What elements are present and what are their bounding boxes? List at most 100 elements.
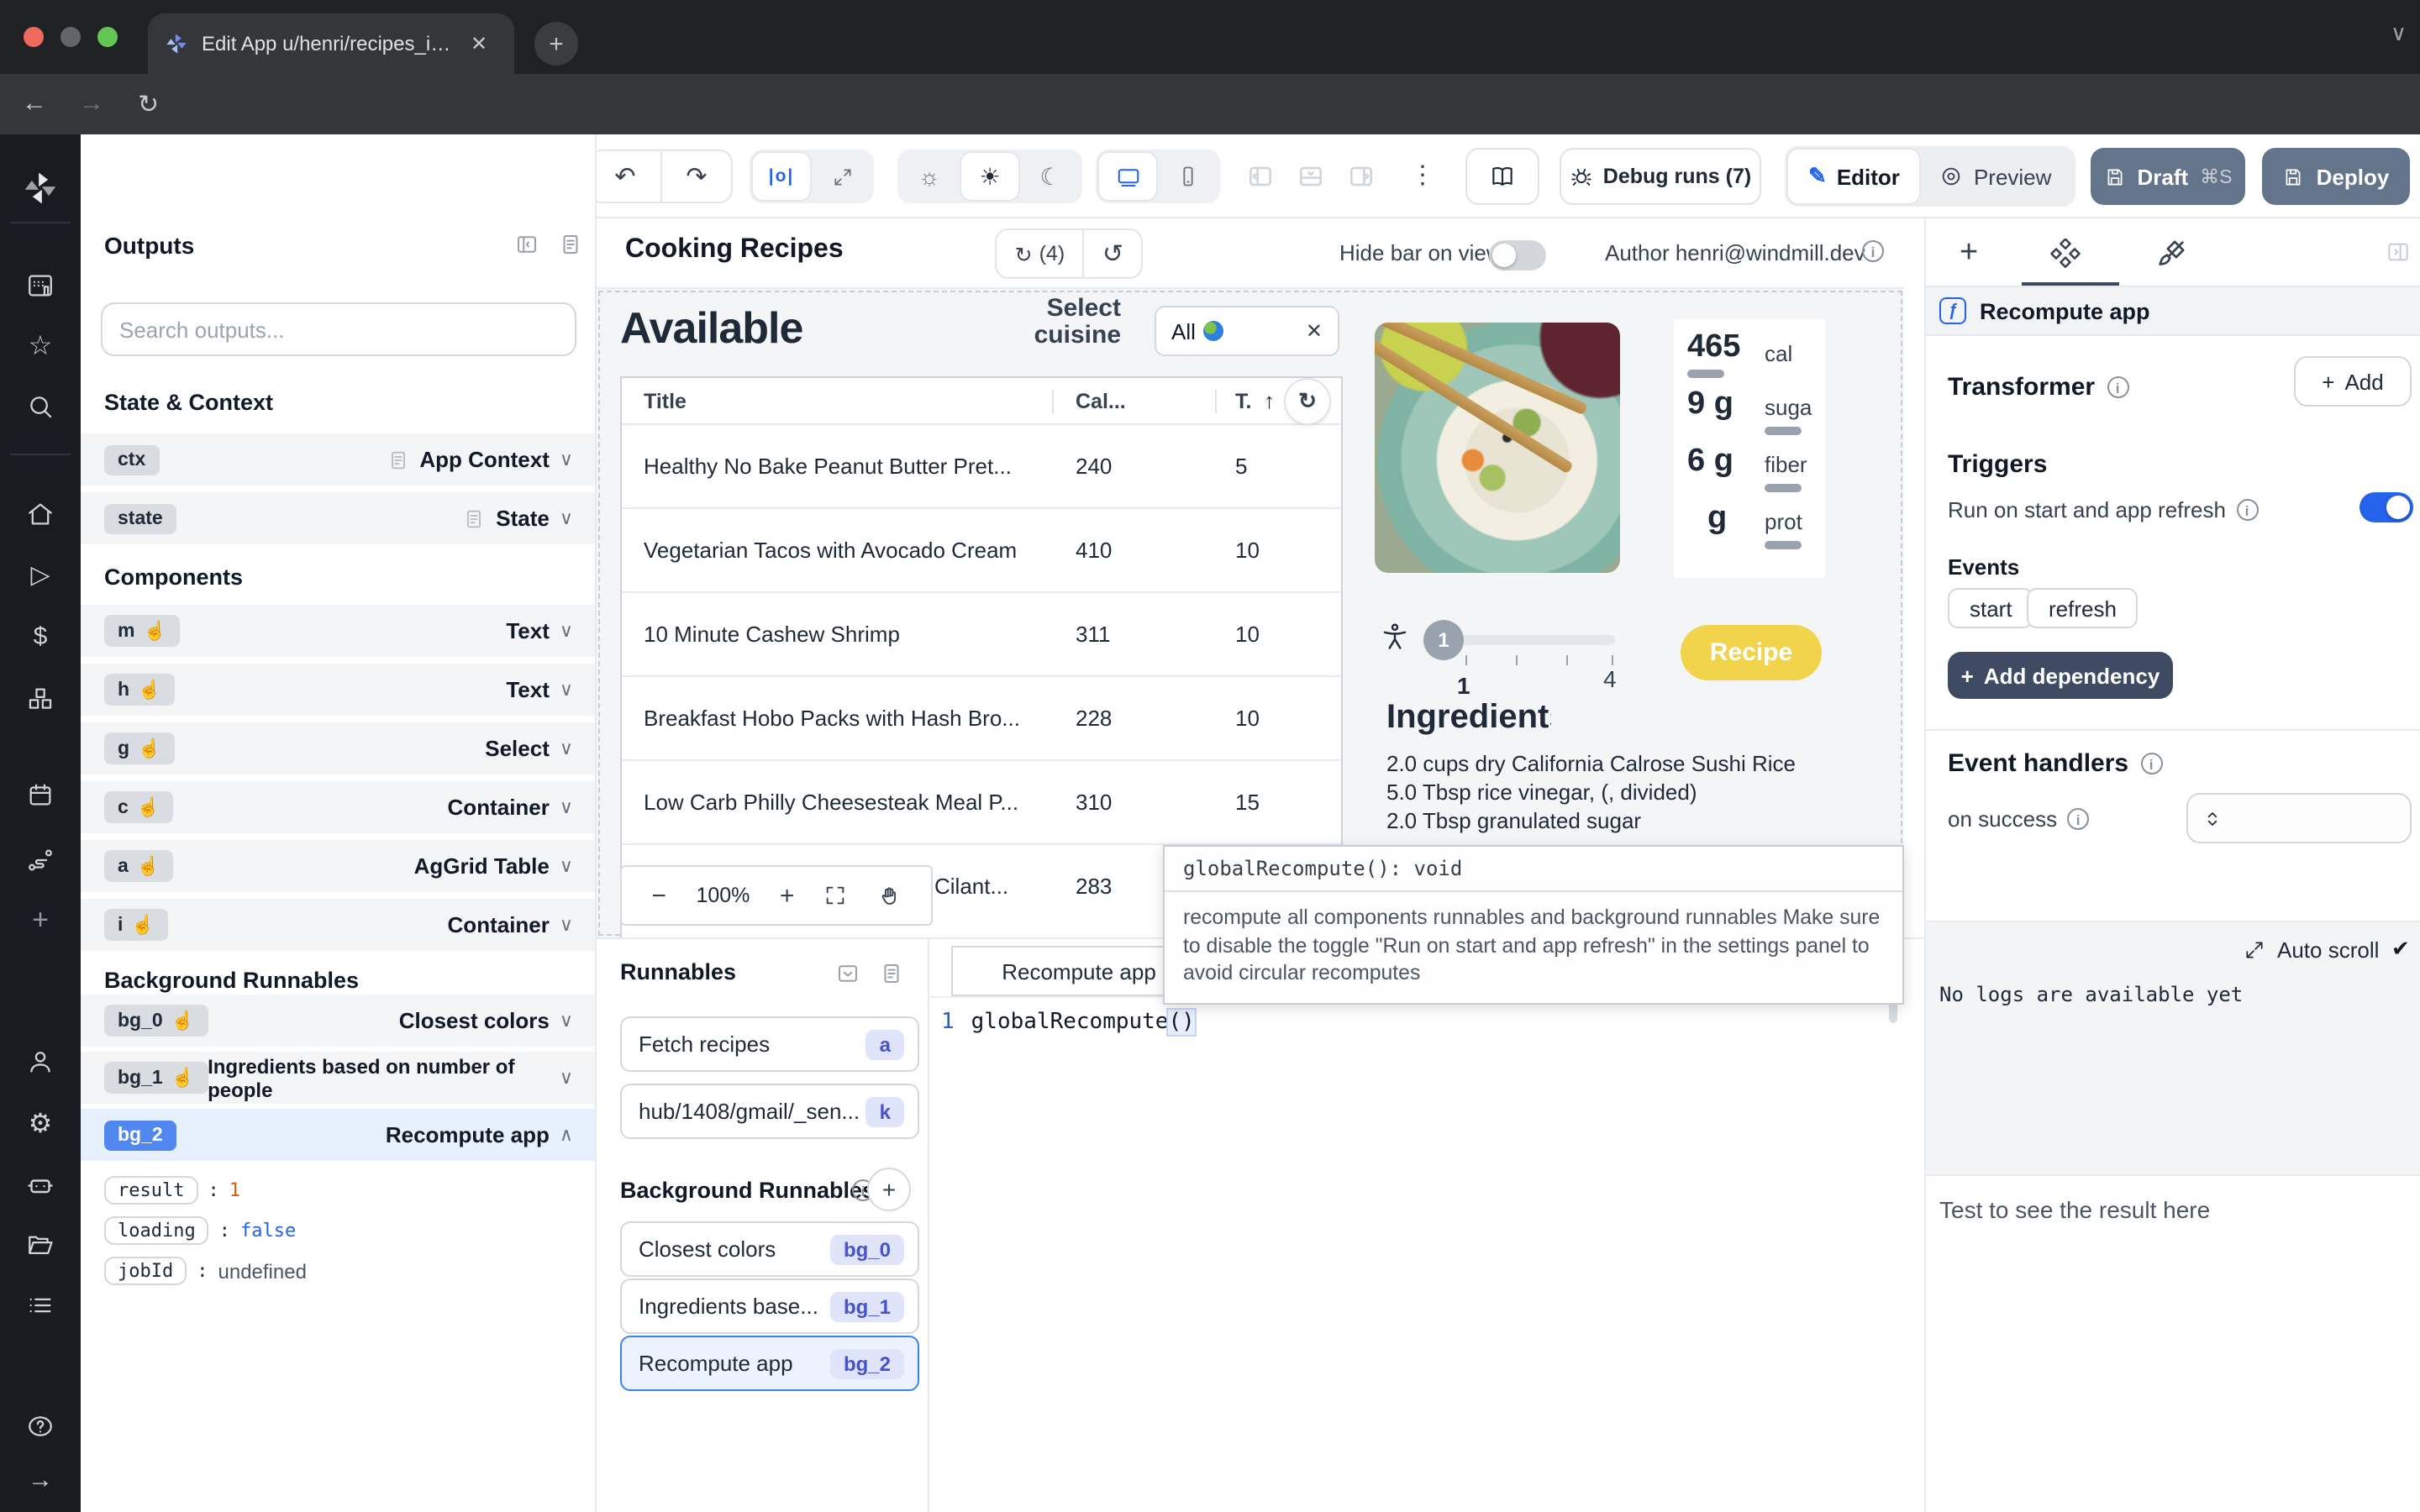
- state-badge[interactable]: state: [104, 503, 176, 533]
- home-icon[interactable]: [26, 500, 55, 528]
- close-window-button[interactable]: [24, 27, 44, 47]
- table-row[interactable]: Healthy No Bake Peanut Butter Pret...240…: [622, 425, 1341, 509]
- cuisine-select[interactable]: All ✕: [1155, 306, 1339, 356]
- chevron-down-icon[interactable]: ∨: [560, 914, 573, 936]
- collapse-panel-icon[interactable]: [514, 232, 539, 257]
- zoom-in-icon[interactable]: +: [780, 881, 795, 910]
- redo-button[interactable]: ↷: [660, 151, 731, 202]
- bg-runnable-recompute-app-selected[interactable]: Recompute app bg_2: [620, 1336, 919, 1391]
- center-layout-button[interactable]: |o|: [753, 153, 810, 200]
- chevron-down-icon[interactable]: ∨: [560, 507, 573, 529]
- insert-component-tab-icon[interactable]: +: [1960, 235, 1978, 272]
- billing-dollar-icon[interactable]: $: [34, 622, 48, 651]
- apps-icon[interactable]: [26, 271, 55, 300]
- loading-key[interactable]: loading: [104, 1216, 209, 1245]
- search-outputs-input[interactable]: Search outputs...: [101, 302, 576, 356]
- editor-tab[interactable]: ✎ Editor: [1788, 150, 1920, 203]
- clear-select-icon[interactable]: ✕: [1306, 319, 1323, 343]
- run-on-start-toggle[interactable]: [2360, 492, 2413, 522]
- event-chip-start[interactable]: start: [1948, 588, 2034, 628]
- run-on-start-info-icon[interactable]: i: [2236, 499, 2258, 521]
- undo-button[interactable]: ↶: [590, 151, 660, 202]
- bg0-badge[interactable]: bg_0☝: [104, 1005, 208, 1037]
- bottom-panel-icon[interactable]: [1294, 160, 1328, 193]
- deploy-button[interactable]: Deploy: [2262, 148, 2410, 205]
- add-dependency-button[interactable]: +Add dependency: [1948, 652, 2173, 699]
- refresh-all-button[interactable]: ↻(4): [997, 230, 1083, 277]
- author-info-icon[interactable]: i: [1862, 240, 1884, 262]
- left-panel-icon[interactable]: [1244, 160, 1277, 193]
- result-key[interactable]: result: [104, 1176, 198, 1205]
- component-badge[interactable]: g☝: [104, 732, 174, 764]
- table-refresh-button[interactable]: ↻: [1284, 378, 1331, 425]
- debug-runs-button[interactable]: Debug runs (7): [1560, 148, 1761, 205]
- maximize-window-button[interactable]: [97, 27, 118, 47]
- table-row[interactable]: Breakfast Hobo Packs with Hash Bro...228…: [622, 677, 1341, 761]
- recipe-button[interactable]: Recipe: [1681, 625, 1822, 680]
- component-row-g[interactable]: g☝ Select∨: [81, 722, 597, 774]
- theme-brush-tab-icon[interactable]: [2154, 237, 2188, 270]
- component-badge[interactable]: h☝: [104, 674, 174, 706]
- hide-bar-toggle[interactable]: [1489, 240, 1546, 270]
- event-chip-refresh[interactable]: refresh: [2027, 588, 2139, 628]
- chevron-down-icon[interactable]: ∨: [560, 679, 573, 701]
- output-row-state[interactable]: state State ∨: [81, 492, 597, 544]
- auto-theme-icon[interactable]: ☼: [901, 153, 958, 200]
- runs-play-icon[interactable]: ▷: [30, 559, 50, 590]
- component-badge[interactable]: a☝: [104, 850, 173, 882]
- folder-icon[interactable]: [26, 1231, 55, 1259]
- component-badge[interactable]: c☝: [104, 791, 173, 823]
- bg-runnable-closest-colors[interactable]: Closest colors bg_0: [620, 1221, 919, 1277]
- light-theme-icon[interactable]: ☀: [961, 153, 1018, 200]
- table-row[interactable]: 10 Minute Cashew Shrimp31110: [622, 593, 1341, 677]
- docs-book-button[interactable]: [1465, 148, 1539, 205]
- add-bg-runnable-button[interactable]: +: [867, 1168, 911, 1211]
- mobile-view-icon[interactable]: [1160, 153, 1217, 200]
- chevron-down-icon[interactable]: ∨: [560, 1010, 573, 1032]
- user-icon[interactable]: [26, 1047, 55, 1076]
- people-slider-handle[interactable]: 1: [1423, 620, 1464, 660]
- chevron-down-icon[interactable]: ∨: [560, 796, 573, 818]
- chevron-down-icon[interactable]: ∨: [560, 1067, 573, 1089]
- runnable-gmail[interactable]: hub/1408/gmail/_sen... k: [620, 1084, 919, 1139]
- forward-icon[interactable]: →: [79, 89, 104, 118]
- collapse-rail-arrow-icon[interactable]: →: [28, 1466, 53, 1494]
- dock-panel-icon[interactable]: [835, 961, 860, 986]
- tab-close-icon[interactable]: ✕: [471, 32, 487, 55]
- doc-panel-icon[interactable]: [558, 232, 583, 257]
- reload-icon[interactable]: ↻: [138, 89, 159, 119]
- pan-hand-icon[interactable]: [877, 884, 901, 907]
- right-panel-icon[interactable]: [1344, 160, 1378, 193]
- chevron-down-icon[interactable]: ∨: [560, 620, 573, 642]
- table-row[interactable]: Low Carb Philly Cheesesteak Meal P...310…: [622, 761, 1341, 845]
- more-options-icon[interactable]: ⋮: [1410, 160, 1435, 190]
- chevron-up-icon[interactable]: ∧: [560, 1124, 573, 1146]
- sort-asc-icon[interactable]: ↑: [1264, 388, 1275, 413]
- new-tab-button[interactable]: +: [534, 22, 578, 66]
- ctx-badge[interactable]: ctx: [104, 444, 159, 475]
- col-title[interactable]: Title: [644, 390, 687, 413]
- col-cal[interactable]: Cal...: [1076, 390, 1126, 413]
- component-row-c[interactable]: c☝ Container∨: [81, 781, 597, 833]
- fit-view-icon[interactable]: [824, 884, 848, 907]
- dark-theme-icon[interactable]: ☾: [1022, 153, 1079, 200]
- robot-icon[interactable]: [25, 1169, 55, 1200]
- component-row-i[interactable]: i☝ Container∨: [81, 899, 597, 951]
- jobid-key[interactable]: jobId: [104, 1257, 187, 1285]
- favorites-star-icon[interactable]: ☆: [29, 329, 53, 363]
- resources-cubes-icon[interactable]: [26, 685, 55, 713]
- on-success-info-icon[interactable]: i: [2067, 808, 2089, 830]
- event-handlers-info-icon[interactable]: i: [2140, 753, 2162, 774]
- history-button[interactable]: ↺: [1083, 230, 1141, 277]
- routes-icon[interactable]: [26, 846, 55, 874]
- bg0-row[interactable]: bg_0☝ Closest colors∨: [81, 995, 597, 1047]
- minimize-window-button[interactable]: [60, 27, 81, 47]
- bg2-row-selected[interactable]: bg_2 Recompute app∧: [81, 1109, 597, 1161]
- back-icon[interactable]: ←: [22, 89, 47, 118]
- doc-panel-icon[interactable]: [879, 961, 904, 986]
- people-slider-track[interactable]: [1444, 635, 1615, 645]
- add-transformer-button[interactable]: +Add: [2294, 356, 2412, 407]
- col-time[interactable]: T.: [1235, 390, 1251, 413]
- zoom-out-icon[interactable]: −: [651, 881, 666, 910]
- output-row-ctx[interactable]: ctx App Context ∨: [81, 433, 597, 486]
